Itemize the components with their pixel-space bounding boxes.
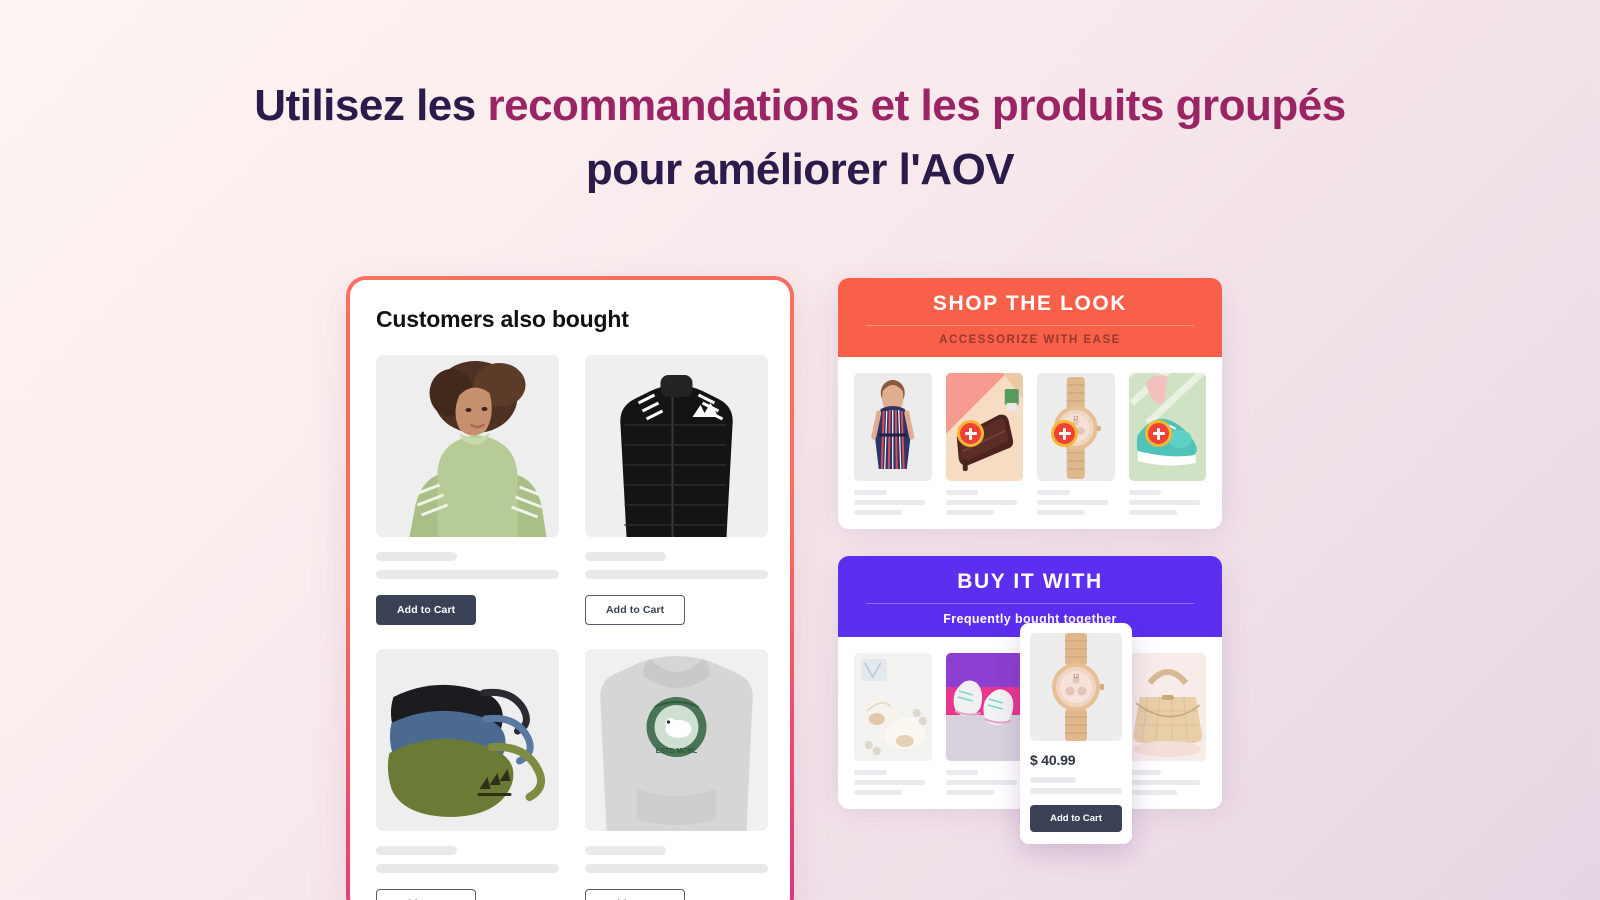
product-grid: Add to Cart Add to Cart ESTD MCML bbox=[376, 355, 768, 900]
black-puffer-vest-image bbox=[585, 355, 768, 537]
product-item[interactable] bbox=[1128, 653, 1206, 795]
product-card[interactable]: Add to Cart bbox=[376, 355, 559, 625]
buy-it-with-panel: BUY IT WITH Frequently bought together 1… bbox=[838, 556, 1222, 844]
buy-it-with-products: 12 $ 40.99 Add to Cart bbox=[838, 623, 1222, 844]
white-ballet-flats-image bbox=[854, 653, 932, 761]
title-placeholder bbox=[854, 770, 887, 775]
add-to-cart-button[interactable]: Add to Cart bbox=[1030, 805, 1122, 832]
shop-the-look-panel: SHOP THE LOOK ACCESSORIZE WITH EASE 12 bbox=[838, 278, 1222, 529]
product-card[interactable]: Add to Cart bbox=[585, 355, 768, 625]
svg-text:12: 12 bbox=[1073, 416, 1079, 422]
title-placeholder bbox=[1037, 490, 1070, 495]
product-desc-placeholder bbox=[585, 864, 768, 873]
shop-the-look-title: SHOP THE LOOK bbox=[932, 292, 1128, 315]
desc-placeholder bbox=[945, 780, 1017, 785]
rose-gold-watch-image: 12 bbox=[1030, 633, 1122, 741]
plus-icon bbox=[1145, 420, 1172, 447]
shop-the-look-products: 12 bbox=[838, 357, 1222, 529]
title-plain-text: Utilisez les bbox=[254, 81, 488, 130]
striped-romper-dress-image bbox=[854, 373, 932, 481]
page-title-line-2: pour améliorer l'AOV bbox=[585, 145, 1015, 194]
model-green-tshirt-image bbox=[376, 355, 559, 537]
desc-placeholder bbox=[1037, 510, 1086, 515]
plus-icon bbox=[1051, 420, 1078, 447]
featured-product-card[interactable]: 12 $ 40.99 Add to Cart bbox=[1020, 623, 1132, 844]
product-title-placeholder bbox=[585, 552, 666, 561]
desc-placeholder bbox=[1030, 788, 1122, 794]
product-item[interactable] bbox=[945, 653, 1023, 795]
desc-placeholder bbox=[945, 790, 994, 795]
title-placeholder bbox=[1128, 490, 1162, 495]
product-desc-placeholder bbox=[376, 570, 559, 579]
brown-leather-wallet-image bbox=[945, 373, 1023, 481]
page-title-line-1: Utilisez les recommandations et les prod… bbox=[0, 74, 1600, 138]
desc-placeholder bbox=[854, 780, 926, 785]
face-masks-three-pack-image bbox=[376, 649, 559, 831]
product-card[interactable]: Add to Cart bbox=[376, 649, 559, 900]
product-item[interactable] bbox=[854, 373, 932, 515]
card-heading: Customers also bought bbox=[376, 306, 629, 332]
desc-placeholder bbox=[1128, 790, 1177, 795]
product-price: $ 40.99 bbox=[1030, 752, 1076, 768]
add-to-cart-button[interactable]: Add to Cart bbox=[376, 889, 477, 900]
title-placeholder bbox=[945, 770, 979, 775]
svg-text:12: 12 bbox=[1073, 674, 1079, 680]
title-placeholder bbox=[1030, 777, 1076, 783]
beige-handbag-image bbox=[1128, 653, 1206, 761]
desc-placeholder bbox=[945, 500, 1017, 505]
customers-also-bought-card: Customers also bought Add to Cart Add to… bbox=[346, 276, 794, 900]
desc-placeholder bbox=[1128, 510, 1177, 515]
header-divider bbox=[866, 325, 1194, 326]
add-to-cart-button[interactable]: Add to Cart bbox=[585, 889, 686, 900]
pastel-sneakers-image bbox=[945, 653, 1023, 761]
page-title: Utilisez les recommandations et les prod… bbox=[0, 74, 1600, 202]
title-placeholder bbox=[854, 490, 887, 495]
desc-placeholder bbox=[1128, 500, 1200, 505]
grey-peanuts-hoodie-image: ESTD MCML bbox=[585, 649, 768, 831]
desc-placeholder bbox=[854, 500, 926, 505]
shop-the-look-header: SHOP THE LOOK ACCESSORIZE WITH EASE bbox=[838, 278, 1222, 357]
title-placeholder bbox=[945, 490, 979, 495]
desc-placeholder bbox=[945, 510, 994, 515]
product-item[interactable] bbox=[945, 373, 1023, 515]
header-divider bbox=[866, 603, 1194, 604]
add-to-cart-button[interactable]: Add to Cart bbox=[376, 595, 477, 625]
shop-the-look-subtitle: ACCESSORIZE WITH EASE bbox=[939, 334, 1121, 346]
plus-icon bbox=[957, 420, 984, 447]
desc-placeholder bbox=[854, 510, 903, 515]
product-desc-placeholder bbox=[585, 570, 768, 579]
product-title-placeholder bbox=[376, 552, 457, 561]
desc-placeholder bbox=[854, 790, 903, 795]
svg-text:ESTD MCML: ESTD MCML bbox=[656, 748, 698, 755]
title-placeholder bbox=[1128, 770, 1162, 775]
title-accent-text: recommandations et les produits groupés bbox=[487, 81, 1346, 130]
add-to-cart-button[interactable]: Add to Cart bbox=[585, 595, 686, 625]
product-title-placeholder bbox=[376, 846, 457, 855]
product-desc-placeholder bbox=[376, 864, 559, 873]
desc-placeholder bbox=[1037, 500, 1109, 505]
product-item[interactable]: 12 bbox=[1037, 373, 1115, 515]
desc-placeholder bbox=[1128, 780, 1200, 785]
product-title-placeholder bbox=[585, 846, 666, 855]
product-item[interactable] bbox=[1128, 373, 1206, 515]
product-item[interactable] bbox=[854, 653, 932, 795]
product-card[interactable]: ESTD MCML Add to Cart bbox=[585, 649, 768, 900]
buy-it-with-title: BUY IT WITH bbox=[957, 570, 1103, 593]
